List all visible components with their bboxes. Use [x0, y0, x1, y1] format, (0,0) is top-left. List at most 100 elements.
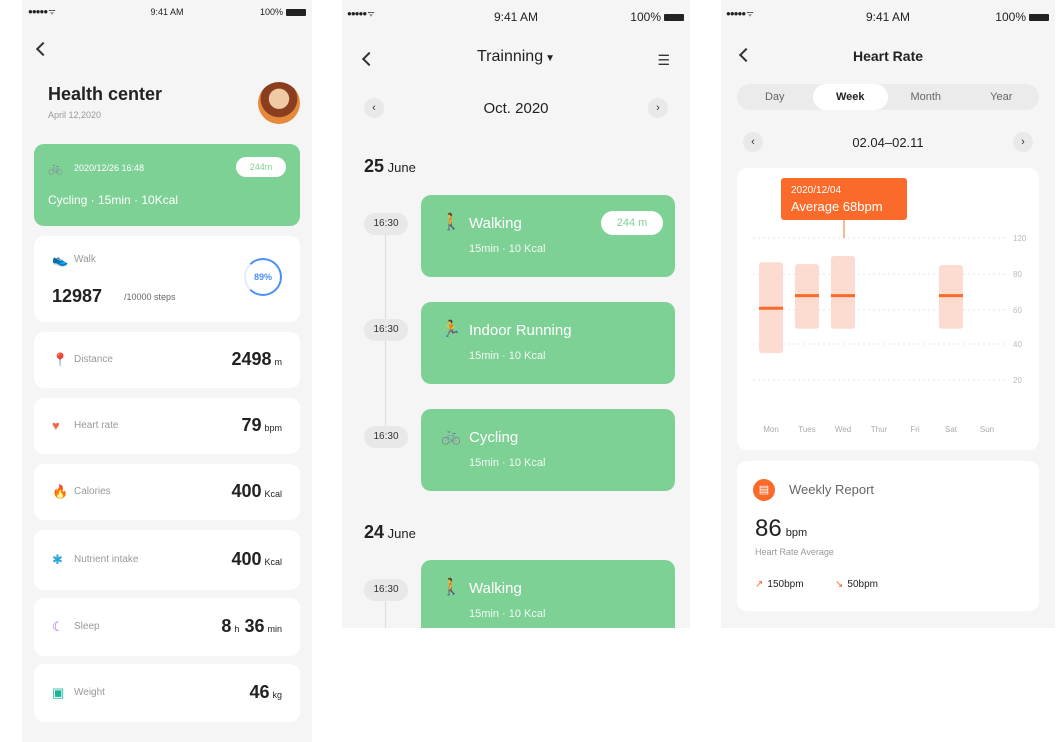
activity-name: Walking: [469, 580, 522, 597]
activity-name: Walking: [469, 215, 522, 232]
x-tick-label: Thur: [871, 425, 888, 434]
battery-icon: [664, 13, 684, 21]
activity-card[interactable]: 🚶 Walking 15min · 10 Kcal 244 m: [421, 195, 675, 277]
training-screen: ●●●●● ᯤ 9:41 AM 100% Trainning ▼ ☰ ‹ Oct.…: [342, 0, 690, 628]
distance-value: 2498 m: [231, 349, 282, 369]
sleep-card[interactable]: ☾ Sleep 8h 36 min: [34, 598, 300, 656]
heart-rate-label: Heart rate: [74, 420, 119, 431]
heart-rate-chart-card: 120 80 60 40 20 Mon Tues Wed Thur Fri Sat Sun 2020…: [737, 168, 1039, 450]
x-tick-label: Sat: [945, 425, 958, 434]
nutrient-icon: ✱: [52, 552, 63, 567]
next-week-button[interactable]: ›: [1013, 132, 1033, 152]
battery-icon: [286, 8, 306, 16]
page-title: Heart Rate: [852, 48, 924, 64]
calories-card[interactable]: 🔥 Calories 400 Kcal: [34, 464, 300, 520]
flame-icon: 🔥: [52, 484, 69, 499]
steps-goal: /10000 steps: [124, 292, 176, 302]
activity-info: 15min · 10 Kcal: [469, 608, 546, 620]
weight-card[interactable]: ▣ Weight 46 kg: [34, 664, 300, 722]
activity-info: 15min · 10 Kcal: [469, 457, 546, 469]
report-label: Heart Rate Average: [755, 547, 834, 557]
activity-card[interactable]: 🏃 Indoor Running 15min · 10 Kcal: [421, 302, 675, 384]
activity-time: 16:30: [364, 319, 408, 341]
period-tabs: Day Week Month Year: [737, 84, 1039, 110]
activity-time: 16:30: [364, 213, 408, 235]
scale-icon: ▣: [52, 685, 65, 700]
x-tick-label: Wed: [835, 425, 851, 434]
training-title-dropdown[interactable]: Trainning ▼: [342, 48, 690, 66]
chart-tooltip: 2020/12/04 Average 68bpm: [781, 178, 907, 238]
battery-indicator: 100%: [260, 7, 306, 17]
report-icon: ▤: [753, 479, 775, 501]
range-bar[interactable]: [831, 256, 855, 329]
cycling-icon: 🚲: [441, 428, 461, 445]
y-tick-label: 40: [1013, 340, 1022, 349]
walk-card[interactable]: 👟 Walk 12987 /10000 steps 89%: [34, 236, 300, 322]
cycling-icon: 🚲: [48, 161, 63, 175]
caret-down-icon: ▼: [545, 53, 555, 64]
y-tick-label: 120: [1013, 234, 1027, 243]
y-tick-label: 60: [1013, 306, 1022, 315]
weight-label: Weight: [74, 687, 105, 698]
status-bar: ●●●●● ᯤ 9:41 AM 100%: [22, 0, 312, 24]
y-tick-label: 20: [1013, 376, 1022, 385]
filter-menu-icon[interactable]: ☰: [657, 52, 670, 69]
nutrient-value: 400 Kcal: [231, 549, 282, 569]
tab-week[interactable]: Week: [812, 84, 888, 110]
heart-icon: ♥: [52, 418, 60, 433]
tab-year[interactable]: Year: [964, 84, 1040, 110]
tooltip-value: Average 68bpm: [791, 199, 883, 214]
calories-label: Calories: [74, 486, 111, 497]
steps-value: 12987: [52, 286, 103, 306]
report-low: ↘ 50bpm: [835, 579, 878, 590]
moon-icon: ☾: [52, 619, 64, 634]
battery-indicator: 100%: [630, 10, 684, 24]
back-icon[interactable]: [35, 41, 51, 57]
walking-icon: 🚶: [441, 214, 461, 231]
sleep-value: 8h 36 min: [221, 616, 282, 636]
status-bar: ●●●●● ᯤ 9:41 AM 100%: [721, 0, 1055, 24]
recent-activity-banner[interactable]: 🚲 2020/12/26 16:48 244m Cycling · 15min …: [34, 144, 300, 226]
x-tick-label: Fri: [910, 425, 920, 434]
x-tick-label: Sun: [980, 425, 994, 434]
x-tick-label: Mon: [763, 425, 779, 434]
distance-card[interactable]: 📍 Distance 2498 m: [34, 332, 300, 388]
walk-icon: 👟: [52, 252, 69, 267]
heart-rate-chart: 120 80 60 40 20 Mon Tues Wed Thur Fri Sat Sun 2020…: [753, 178, 1027, 434]
activity-name: Indoor Running: [469, 322, 572, 339]
status-bar: ●●●●● ᯤ 9:41 AM 100%: [342, 0, 690, 24]
walking-icon: 🚶: [441, 579, 461, 596]
weekly-report-card[interactable]: ▤ Weekly Report 86 bpm Heart Rate Average…: [737, 461, 1039, 611]
tooltip-date: 2020/12/04: [791, 185, 841, 196]
calories-value: 400 Kcal: [231, 481, 282, 501]
distance-badge: 244m: [236, 157, 286, 177]
activity-info: 15min · 10 Kcal: [469, 243, 546, 255]
heart-rate-card[interactable]: ♥ Heart rate 79 bpm: [34, 398, 300, 454]
report-high: ↗ 150bpm: [755, 579, 804, 590]
tab-month[interactable]: Month: [888, 84, 964, 110]
sleep-label: Sleep: [74, 621, 100, 632]
tab-day[interactable]: Day: [737, 84, 813, 110]
activity-card[interactable]: 🚲 Cycling 15min · 10 Kcal: [421, 409, 675, 491]
distance-label: Distance: [74, 354, 113, 365]
activity-name: Cycling: [469, 429, 519, 446]
nutrient-card[interactable]: ✱ Nutrient intake 400 Kcal: [34, 530, 300, 590]
report-title: Weekly Report: [789, 482, 875, 497]
date-range: 02.04–02.11: [852, 135, 924, 150]
battery-indicator: 100%: [995, 10, 1049, 24]
page-date: April 12,2020: [48, 110, 102, 120]
heart-rate-screen: ●●●●● ᯤ 9:41 AM 100% Heart Rate Day Week…: [721, 0, 1055, 628]
trend-up-icon: ↗: [755, 579, 764, 590]
trend-down-icon: ↘: [835, 579, 844, 590]
day-header: 24 June: [364, 522, 416, 542]
month-label: Oct. 2020: [483, 100, 549, 117]
next-month-button[interactable]: ›: [648, 98, 668, 118]
weight-value: 46 kg: [249, 682, 282, 702]
report-average: 86 bpm: [755, 515, 808, 542]
y-tick-label: 80: [1013, 270, 1022, 279]
activity-info: 15min · 10 Kcal: [469, 350, 546, 362]
activity-card[interactable]: 🚶 Walking 15min · 10 Kcal: [421, 560, 675, 628]
nutrient-label: Nutrient intake: [74, 554, 139, 565]
avatar[interactable]: [258, 82, 300, 124]
activity-time: 16:30: [364, 579, 408, 601]
